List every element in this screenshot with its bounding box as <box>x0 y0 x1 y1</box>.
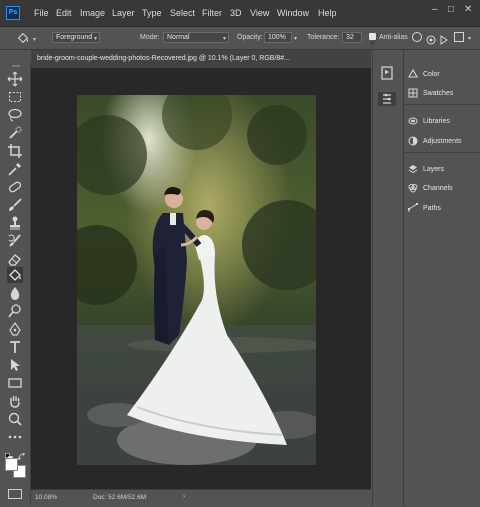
maximize-button[interactable]: □ <box>448 5 458 15</box>
eyedropper-tool-icon[interactable] <box>7 161 23 177</box>
layers-icon <box>408 164 418 174</box>
opacity-input[interactable]: 100% <box>264 32 292 43</box>
zoom-tool-icon[interactable] <box>7 411 23 427</box>
menu-edit[interactable]: Edit <box>56 8 72 18</box>
workspace-chevron-icon[interactable]: ▾ <box>468 35 471 42</box>
default-colors-icon[interactable] <box>5 448 13 461</box>
crop-tool-icon[interactable] <box>7 143 23 159</box>
brush-tool-icon[interactable] <box>7 197 23 213</box>
history-brush-tool-icon[interactable] <box>7 233 23 249</box>
menu-3d[interactable]: 3D <box>230 8 242 18</box>
panel-divider <box>403 104 480 105</box>
lasso-tool-icon[interactable] <box>7 107 23 123</box>
tolerance-input[interactable]: 32 <box>342 32 362 43</box>
panel-label-swatches: Swatches <box>423 89 454 97</box>
hand-tool-icon[interactable] <box>7 393 23 409</box>
marquee-tool-icon[interactable] <box>7 89 23 105</box>
mode-value: Normal <box>167 34 190 41</box>
menu-type[interactable]: Type <box>142 8 162 18</box>
panel-tab-channels[interactable]: Channels <box>408 183 453 193</box>
foreground-color-swatch[interactable] <box>5 458 18 471</box>
move-tool-icon[interactable] <box>7 71 23 87</box>
mode-label: Mode: <box>140 34 160 41</box>
adjustments-icon <box>408 136 418 146</box>
path-selection-tool-icon[interactable] <box>7 357 23 373</box>
panel-divider <box>403 152 480 153</box>
blur-tool-icon[interactable] <box>7 285 23 301</box>
wedding-photo[interactable] <box>77 95 316 465</box>
tool-preset-chevron-icon[interactable]: ▾ <box>33 36 36 43</box>
quick-selection-tool-icon[interactable] <box>7 125 23 141</box>
fill-source-value: Foreground <box>56 34 93 41</box>
type-tool-icon[interactable] <box>7 339 23 355</box>
menu-layer[interactable]: Layer <box>112 8 135 18</box>
collapsed-panel-strip <box>372 50 403 506</box>
screen-mode-icon[interactable] <box>8 489 22 499</box>
menu-file[interactable]: File <box>34 8 49 18</box>
tolerance-value: 32 <box>346 34 354 41</box>
panel-tab-libraries[interactable]: Libraries <box>408 116 450 126</box>
doc-size: Doc: 52.6M/52.6M <box>93 494 147 501</box>
panel-tab-adjustments[interactable]: Adjustments <box>408 136 462 146</box>
anti-alias-label: Anti-alias <box>379 34 408 41</box>
panel-label-libraries: Libraries <box>423 117 450 125</box>
eraser-tool-icon[interactable] <box>7 251 23 267</box>
panel-label-layers: Layers <box>423 165 445 173</box>
dodge-tool-icon[interactable] <box>7 303 23 319</box>
status-menu-arrow-icon[interactable]: › <box>183 493 185 500</box>
panel-tab-layers[interactable]: Layers <box>408 164 444 174</box>
panel-label-color: Color <box>423 70 440 78</box>
history-panel-icon[interactable] <box>378 66 396 80</box>
color-wheel-icon <box>408 68 418 79</box>
pen-tool-icon[interactable] <box>7 321 23 337</box>
swatches-grid-icon <box>408 88 418 98</box>
rectangle-tool-icon[interactable] <box>7 375 23 391</box>
panel-label-paths: Paths <box>423 204 441 212</box>
menu-help[interactable]: Help <box>318 8 337 18</box>
opacity-chevron-icon[interactable]: ▾ <box>294 35 297 42</box>
menu-select[interactable]: Select <box>170 8 195 18</box>
photoshop-logo-icon: Ps <box>6 6 20 20</box>
document-tab[interactable]: bride-groom-couple-wedding-photos-Recove… <box>31 50 331 68</box>
panel-tab-swatches[interactable]: Swatches <box>408 88 453 98</box>
menu-window[interactable]: Window <box>277 8 309 18</box>
zoom-level[interactable]: 10.08% <box>35 494 57 501</box>
libraries-icon <box>408 116 418 126</box>
minimize-button[interactable]: – <box>432 5 442 15</box>
paint-bucket-tool-icon[interactable] <box>7 267 23 283</box>
tolerance-label: Tolerance: <box>307 34 340 41</box>
panel-label-adjustments: Adjustments <box>423 137 462 145</box>
mode-select[interactable]: Normal <box>163 32 229 43</box>
status-bar: 10.08% Doc: 52.6M/52.6M › <box>31 489 371 507</box>
menu-view[interactable]: View <box>250 8 269 18</box>
swap-colors-icon[interactable] <box>17 448 26 461</box>
fill-source-select[interactable]: Foreground <box>52 32 100 43</box>
toolbar-grip[interactable] <box>12 65 20 67</box>
anti-alias-checkbox[interactable] <box>369 33 376 45</box>
more-tools-icon[interactable] <box>7 429 23 445</box>
document-tab-title: bride-groom-couple-wedding-photos-Recove… <box>37 55 291 62</box>
menu-image[interactable]: Image <box>80 8 105 18</box>
contiguous-toggle-icon[interactable] <box>412 32 422 42</box>
opacity-label: Opacity: <box>237 34 263 41</box>
paths-icon <box>408 203 418 213</box>
clone-stamp-tool-icon[interactable] <box>7 215 23 231</box>
healing-brush-tool-icon[interactable] <box>7 179 23 195</box>
panel-tab-color[interactable]: Color <box>408 68 440 79</box>
sample-ring-icon[interactable] <box>440 32 448 45</box>
opacity-value: 100% <box>268 34 286 41</box>
paint-bucket-preset-icon[interactable] <box>16 31 30 45</box>
mode-chevron-icon: ▾ <box>223 36 227 42</box>
channels-icon <box>408 183 418 193</box>
fill-source-chevron-icon: ▾ <box>94 36 98 42</box>
close-window-button[interactable]: ✕ <box>464 5 474 15</box>
properties-panel-icon[interactable] <box>378 92 396 106</box>
menu-filter[interactable]: Filter <box>202 8 222 18</box>
all-layers-icon[interactable] <box>426 32 436 45</box>
panel-label-channels: Channels <box>423 184 453 192</box>
workspace-switcher-icon[interactable] <box>454 32 464 42</box>
panel-tab-paths[interactable]: Paths <box>408 203 441 213</box>
